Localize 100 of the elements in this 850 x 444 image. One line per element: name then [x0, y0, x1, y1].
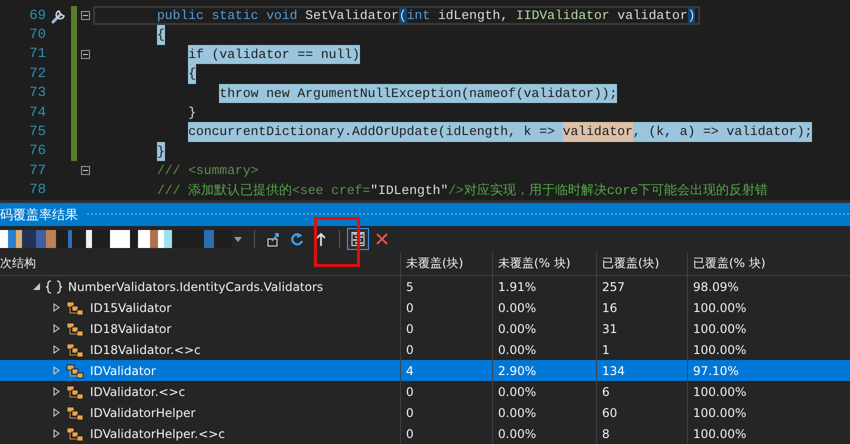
table-cell: 0: [400, 318, 492, 339]
table-cell: 0: [400, 423, 492, 444]
collapse-icon[interactable]: [80, 50, 90, 59]
table-cell: 4: [400, 360, 492, 381]
table-cell: 1.91%: [492, 276, 596, 297]
code-token: void: [266, 7, 298, 25]
table-cell: 0: [400, 381, 492, 402]
table-cell: 257: [596, 276, 687, 297]
table-cell: 100.00%: [687, 318, 790, 339]
column-header[interactable]: 次结构: [0, 252, 400, 275]
table-cell: 0.00%: [492, 402, 596, 423]
table-cell: 0.00%: [492, 423, 596, 444]
code-token: {: [188, 64, 196, 84]
collapsed-icon[interactable]: [52, 387, 60, 396]
code-token: IIDValidator: [516, 7, 610, 25]
caret-icon: [234, 236, 242, 242]
tree-item-label: ID18Validator.<>c: [90, 342, 201, 356]
table-cell: 0.00%: [492, 318, 596, 339]
code-token: concurrentDictionary.AddOrUpdate(idLength, k =>: [188, 122, 563, 142]
collapse-icon[interactable]: [80, 11, 90, 20]
line-number: 73: [28, 85, 46, 102]
code-token: if (validator == null): [188, 44, 360, 64]
code-token: <see cref=: [292, 182, 370, 200]
table-cell: 134: [596, 360, 687, 381]
screwdriver-icon[interactable]: [50, 8, 66, 24]
class-icon: [66, 300, 84, 316]
code-token: ///: [157, 182, 182, 200]
table-cell: 2.90%: [492, 360, 596, 381]
code-token: 对应实现，用于临时解决core下可能会出现的反射错: [464, 182, 768, 200]
tree-row[interactable]: IDValidatorHelper 0 0.00% 60 100.00%: [0, 402, 850, 423]
tree-item-label: IDValidator.<>c: [90, 384, 186, 398]
code-token: }: [188, 104, 196, 122]
namespace-icon: [46, 280, 62, 294]
code-token: public: [157, 7, 204, 25]
code-token: , (k, a) => validator);: [632, 122, 812, 142]
tree-row[interactable]: IDValidatorHelper.<>c 0 0.00% 8 100.00%: [0, 423, 850, 444]
tree-item-label: IDValidatorHelper.<>c: [90, 426, 225, 440]
table-cell: 5: [400, 276, 492, 297]
collapsed-icon[interactable]: [52, 429, 60, 438]
code-token: validator: [617, 7, 688, 25]
collapsed-icon[interactable]: [52, 408, 60, 417]
line-number: 76: [28, 143, 46, 160]
collapsed-icon[interactable]: [52, 324, 60, 333]
table-cell: 31: [596, 318, 687, 339]
annotation-frame: [314, 217, 360, 267]
class-icon: [66, 426, 84, 442]
collapsed-icon[interactable]: [52, 345, 60, 354]
line-number: 78: [28, 182, 46, 198]
table-cell: 0.00%: [492, 381, 596, 402]
code-token: />: [448, 182, 464, 200]
code-token: SetValidator: [305, 7, 399, 25]
tree-row[interactable]: IDValidator 4 2.90% 134 97.10%: [0, 360, 850, 381]
table-cell: 60: [596, 402, 687, 423]
tree-item-label: IDValidatorHelper: [90, 406, 196, 420]
column-header[interactable]: 未覆盖(% 块): [492, 252, 596, 275]
tree-item-label: NumberValidators.IdentityCards.Validators: [68, 280, 324, 294]
line-number: 71: [28, 46, 46, 62]
line-number: 75: [28, 124, 46, 140]
expanded-icon[interactable]: [32, 283, 40, 290]
column-header[interactable]: 未覆盖(块): [400, 252, 492, 275]
tree-item-label: ID18Validator: [90, 322, 172, 336]
pixelated-dropdown[interactable]: [0, 230, 232, 248]
line-number: 72: [28, 66, 46, 82]
code-token: {: [157, 25, 165, 45]
class-icon: [66, 384, 84, 400]
tree-row[interactable]: NumberValidators.IdentityCards.Validators 5 1.91% 257 98.09%: [0, 276, 850, 297]
table-cell: 100.00%: [687, 381, 790, 402]
collapsed-icon[interactable]: [52, 303, 60, 312]
class-icon: [66, 362, 84, 378]
class-icon: [66, 320, 84, 336]
code-token: "IDLength": [370, 182, 448, 200]
table-cell: 100.00%: [687, 423, 790, 444]
export-icon: [265, 231, 281, 247]
table-cell: 98.09%: [687, 276, 790, 297]
close-icon: [374, 231, 390, 247]
code-token: /// <summary>: [157, 162, 258, 180]
line-number: 69: [28, 8, 46, 24]
refresh-icon: [289, 231, 305, 247]
line-number: 74: [28, 104, 46, 121]
line-number: 70: [28, 27, 46, 44]
table-cell: 100.00%: [687, 297, 790, 318]
line-number: 77: [28, 162, 46, 179]
column-header[interactable]: 已覆盖(块): [596, 252, 687, 275]
coverage-coloring-icon: [350, 231, 366, 247]
class-icon: [66, 404, 84, 420]
table-cell: 6: [596, 381, 687, 402]
table-cell: 0.00%: [492, 297, 596, 318]
table-cell: 8: [596, 423, 687, 444]
tree-row[interactable]: ID15Validator 0 0.00% 16 100.00%: [0, 297, 850, 318]
code-token: idLength,: [438, 7, 508, 25]
table-cell: 100.00%: [687, 402, 790, 423]
tree-row[interactable]: IDValidator.<>c 0 0.00% 6 100.00%: [0, 381, 850, 402]
code-token: throw new ArgumentNullException(nameof(validator));: [219, 84, 618, 103]
tree-row[interactable]: ID18Validator 0 0.00% 31 100.00%: [0, 318, 850, 339]
collapse-icon[interactable]: [80, 166, 90, 176]
tree-item-label: ID15Validator: [90, 300, 172, 314]
class-icon: [66, 342, 84, 358]
column-header[interactable]: 已覆盖(% 块): [687, 252, 790, 275]
code-token: 添加默认已提供的: [188, 182, 292, 200]
code-token: }: [157, 142, 165, 162]
